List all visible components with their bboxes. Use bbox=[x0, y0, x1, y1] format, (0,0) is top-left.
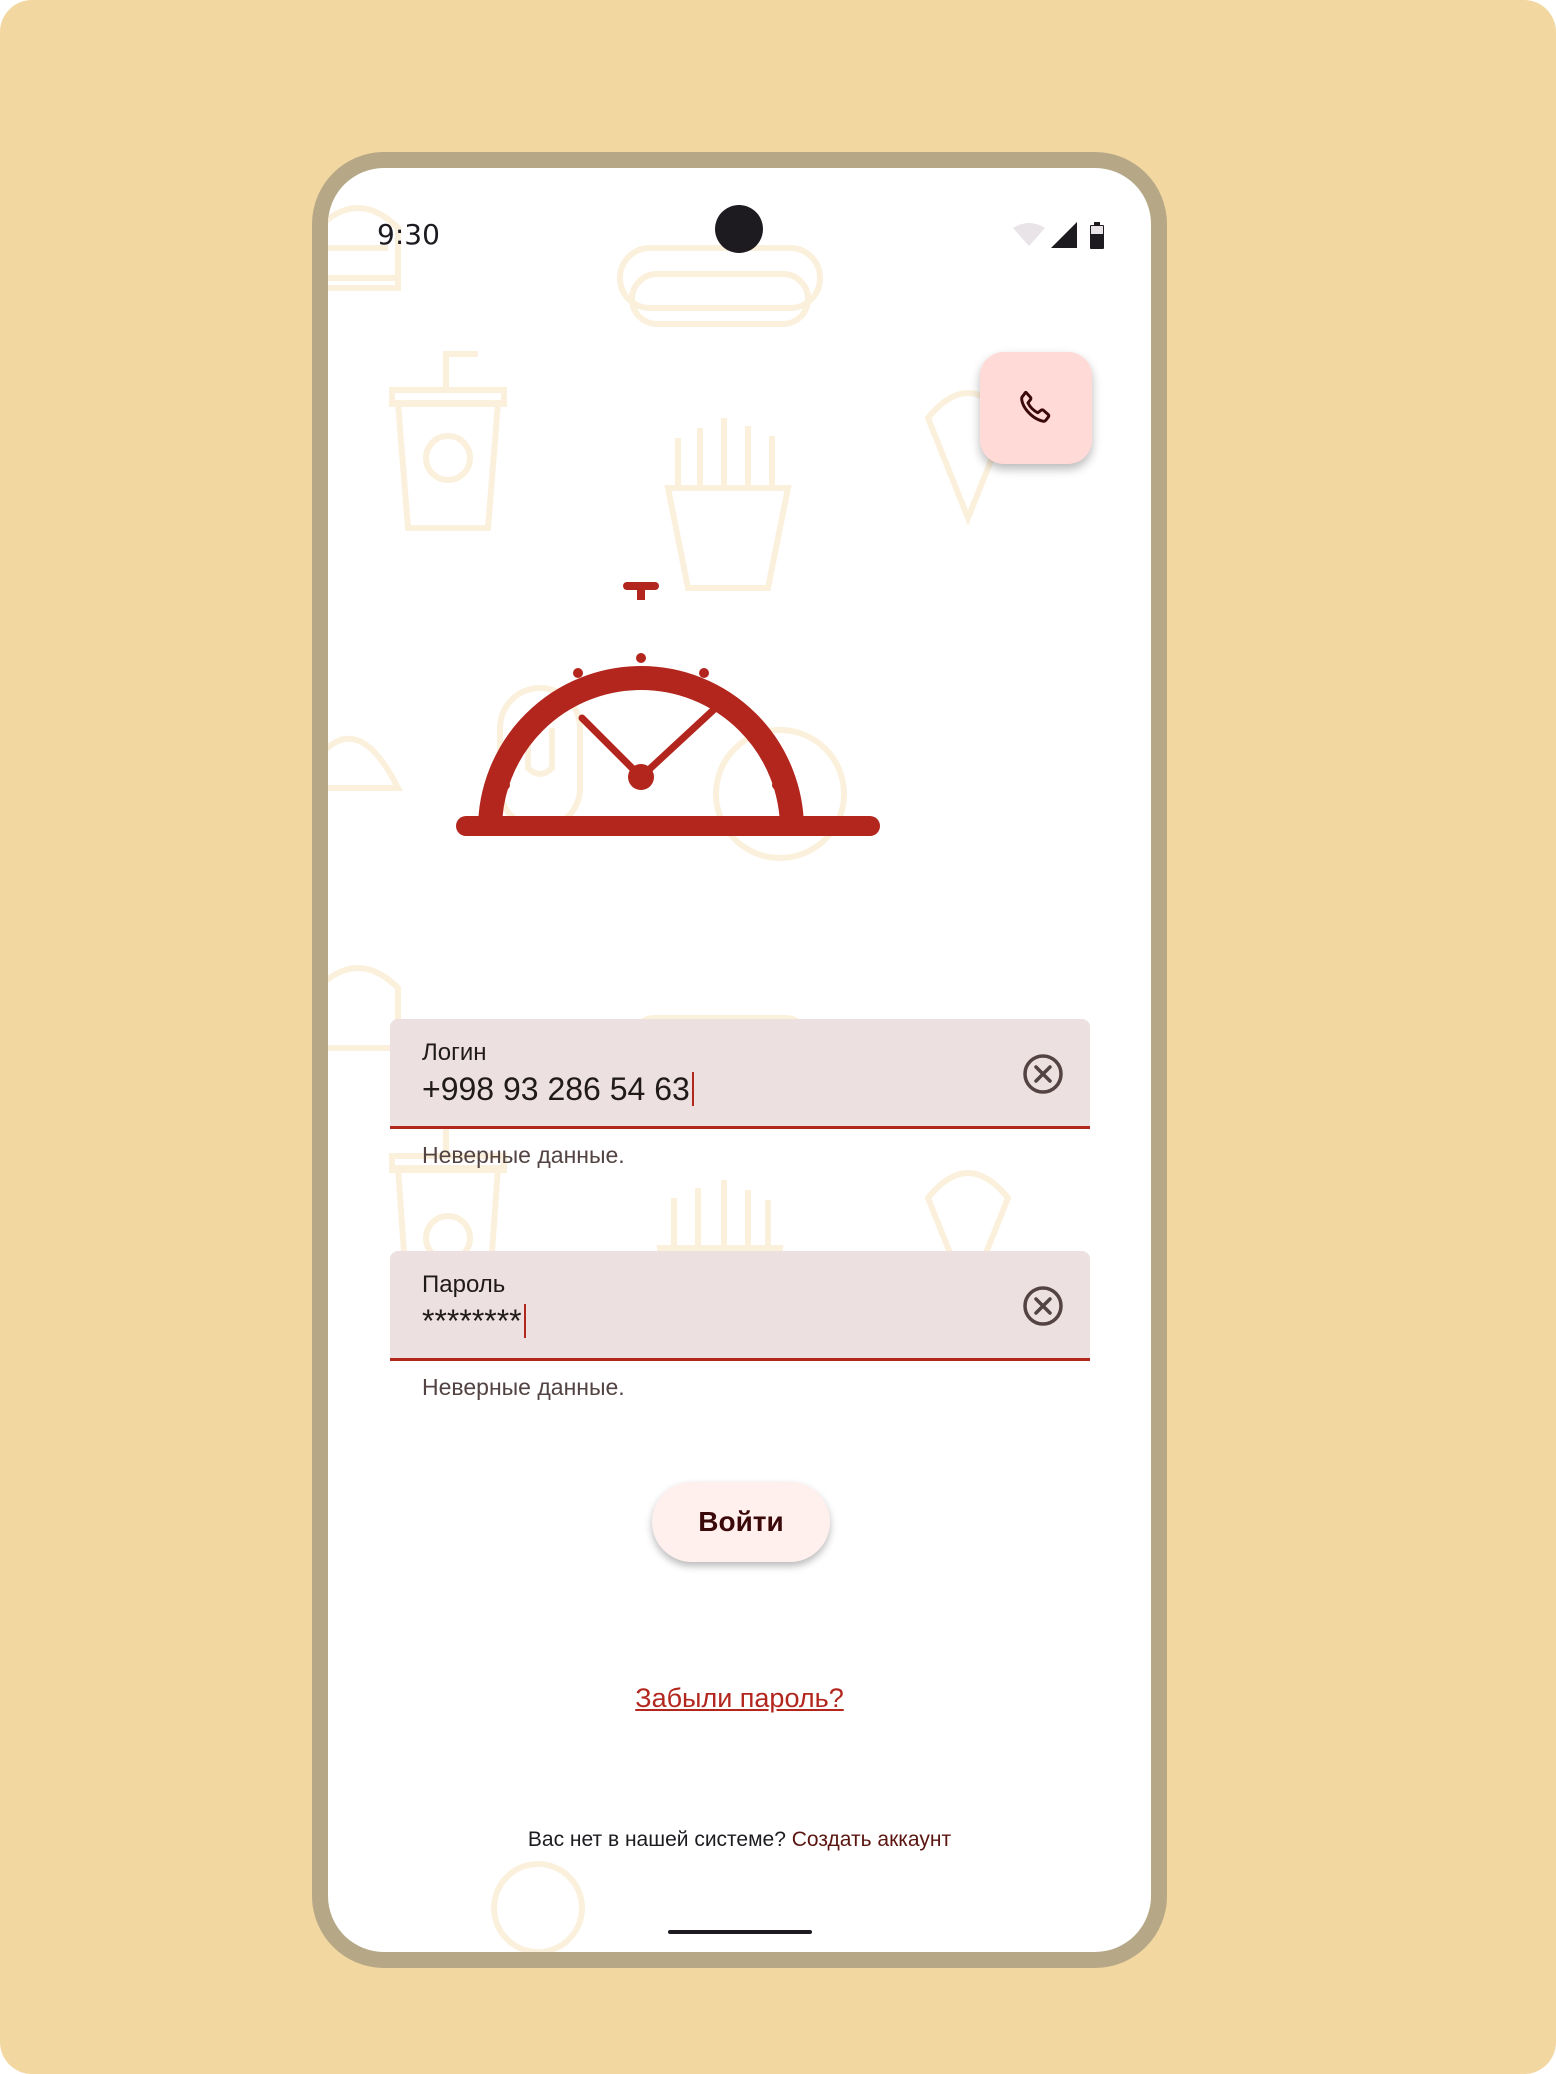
status-time: 9:30 bbox=[377, 218, 440, 251]
front-camera bbox=[715, 205, 763, 253]
page-background: 9:30 Логин +998 93 286 54 63 Неверные да… bbox=[0, 0, 1556, 2074]
password-error-text: Неверные данные. bbox=[422, 1374, 625, 1400]
text-cursor bbox=[691, 1072, 694, 1106]
gesture-home-bar[interactable] bbox=[668, 1930, 812, 1934]
create-account-link[interactable]: Создать аккаунт bbox=[792, 1828, 951, 1851]
forgot-password-link[interactable]: Забыли пароль? bbox=[328, 1683, 1151, 1714]
login-button[interactable]: Войти bbox=[652, 1482, 830, 1562]
battery-icon bbox=[1090, 222, 1104, 249]
login-input-value: +998 93 286 54 63 bbox=[422, 1071, 690, 1107]
signup-prompt: Вас нет в нашей системе? bbox=[527, 1828, 786, 1851]
login-field[interactable]: Логин +998 93 286 54 63 bbox=[390, 1019, 1090, 1129]
login-error-text: Неверные данные. bbox=[422, 1142, 625, 1168]
signal-icon bbox=[1051, 222, 1077, 248]
login-field-label: Логин bbox=[422, 1039, 487, 1066]
password-field-label: Пароль bbox=[422, 1271, 506, 1298]
wifi-icon bbox=[1013, 223, 1045, 246]
call-button[interactable] bbox=[980, 352, 1092, 464]
password-input[interactable]: ******** bbox=[422, 1303, 526, 1340]
phone-icon bbox=[1020, 390, 1051, 423]
signup-row: Вас нет в нашей системе? Создать аккаунт bbox=[328, 1828, 1151, 1852]
login-input[interactable]: +998 93 286 54 63 bbox=[422, 1071, 694, 1108]
text-cursor bbox=[523, 1304, 526, 1338]
clear-login-icon[interactable] bbox=[1022, 1053, 1064, 1095]
phone-frame: 9:30 Логин +998 93 286 54 63 Неверные да… bbox=[312, 152, 1167, 1968]
clear-password-icon[interactable] bbox=[1022, 1285, 1064, 1327]
password-input-value: ******** bbox=[422, 1303, 522, 1339]
password-field[interactable]: Пароль ******** bbox=[390, 1251, 1090, 1361]
app-screen: 9:30 Логин +998 93 286 54 63 Неверные да… bbox=[328, 168, 1151, 1952]
app-logo-clock-cloche bbox=[456, 582, 880, 836]
status-icons bbox=[1013, 222, 1104, 249]
